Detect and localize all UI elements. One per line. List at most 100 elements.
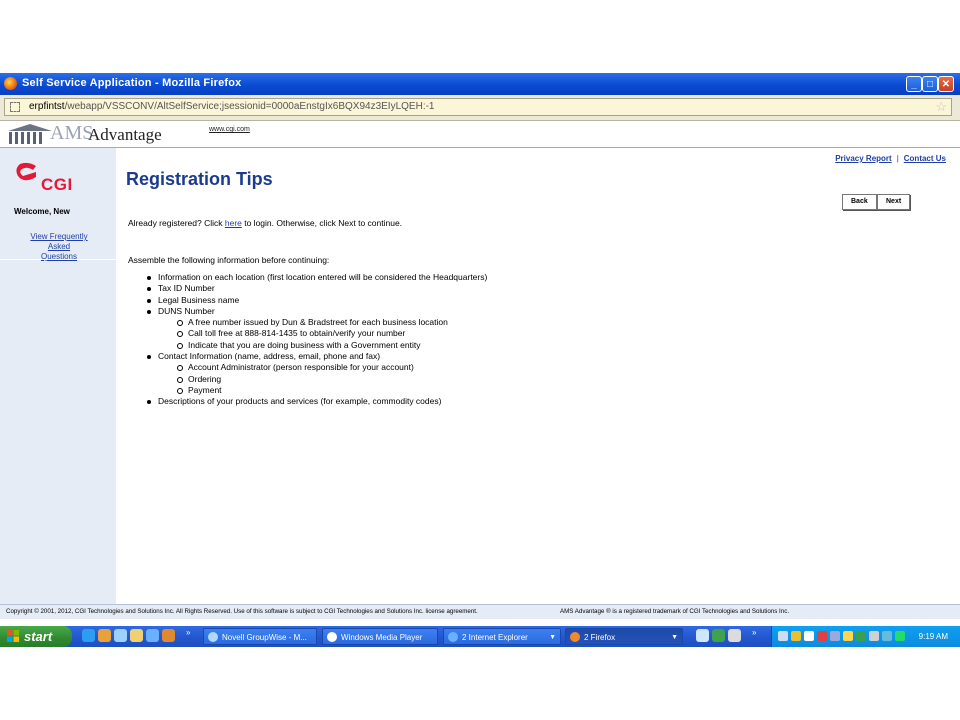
trademark-text: AMS Advantage ® is a registered trademar…: [560, 608, 790, 615]
quicklaunch-more-chevron[interactable]: »: [186, 628, 190, 637]
task-label: Novell GroupWise - M...: [222, 633, 307, 642]
url-field[interactable]: erpfintst/webapp/VSSCONV/AltSelfService;…: [4, 98, 952, 116]
maximize-button[interactable]: □: [922, 76, 938, 92]
main-content: Privacy Report | Contact Us Registration T…: [116, 148, 960, 605]
list-item: Information on each location (first loca…: [147, 272, 488, 283]
minimize-button[interactable]: _: [906, 76, 922, 92]
intro-text-after: to login. Otherwise, click Next to conti…: [241, 218, 403, 228]
list-item: DUNS Number A free number issued by Dun …: [147, 305, 487, 351]
bullet: [147, 355, 151, 360]
tray-icon[interactable]: [882, 631, 892, 641]
quicklaunch-icon[interactable]: [98, 629, 111, 642]
page-title: Registration Tips: [126, 169, 273, 189]
taskbar-item-firefox[interactable]: 2 Firefox ▼: [565, 628, 683, 645]
tray-icon[interactable]: [778, 631, 788, 641]
taskbar-tool-icon[interactable]: [728, 629, 741, 642]
page-icon: [10, 102, 20, 112]
list-item-text: Information on each location (first loca…: [158, 272, 488, 282]
tray-icon[interactable]: [817, 631, 827, 641]
cgi-website-link[interactable]: www.cgi.com: [209, 126, 250, 133]
taskbar-item-media-player[interactable]: Windows Media Player: [322, 628, 438, 645]
quicklaunch-icon[interactable]: [82, 629, 95, 642]
firefox-icon: [570, 632, 580, 642]
tray-icon[interactable]: [830, 631, 840, 641]
faq-link-line1: View Frequently: [30, 232, 88, 241]
bullet: [147, 276, 151, 280]
clock: 9:19 AM: [918, 632, 948, 641]
taskbar-item-internet-explorer[interactable]: 2 Internet Explorer ▼: [443, 628, 561, 645]
taskbar-tool-icon[interactable]: [696, 629, 709, 642]
sub-list-item-text: Call toll free at 888-814-1435 to obtain…: [188, 328, 406, 339]
tray-icon[interactable]: [804, 631, 814, 641]
taskbar-item-groupwise[interactable]: Novell GroupWise - M...: [203, 628, 317, 645]
internet-explorer-icon: [448, 632, 458, 642]
list-item-text: Tax ID Number: [158, 283, 215, 294]
list-item: Contact Information (name, address, emai…: [147, 351, 487, 396]
chevron-down-icon: ▼: [671, 634, 678, 641]
ams-banner: AMS Advantage www.cgi.com: [0, 121, 960, 148]
privacy-report-link[interactable]: Privacy Report: [835, 154, 891, 163]
cgi-logo: CGI: [16, 162, 86, 194]
tray-icon[interactable]: [895, 631, 905, 641]
sub-list-item-text: Account Administrator (person responsibl…: [188, 362, 414, 373]
toolbar-more-chevron[interactable]: »: [752, 628, 756, 637]
bullet: [177, 387, 183, 394]
tray-icon[interactable]: [856, 631, 866, 641]
sub-list-item-text: Payment: [188, 384, 222, 395]
duns-sublist: A free number issued by Dun & Bradstreet…: [158, 317, 487, 351]
taskbar-tool-icon[interactable]: [712, 629, 725, 642]
list-item-text: DUNS Number: [158, 305, 215, 316]
login-here-link[interactable]: here: [225, 218, 242, 228]
tray-icon[interactable]: [869, 631, 879, 641]
link-separator: |: [896, 154, 899, 163]
cgi-logo-text: CGI: [41, 175, 73, 194]
bullet: [177, 342, 183, 349]
list-item: Legal Business name: [147, 295, 487, 306]
bullet: [147, 298, 151, 303]
assemble-instructions: Assemble the following information befor…: [128, 255, 330, 265]
taskbar: start » Novell GroupWise - M... Windows …: [0, 626, 960, 647]
media-player-icon: [327, 632, 337, 642]
sub-list-item: Account Administrator (person responsibl…: [177, 362, 487, 373]
requirements-list: Information on each location (first loca…: [136, 272, 487, 408]
sub-list-item: Indicate that you are doing business wit…: [177, 340, 487, 351]
faq-link[interactable]: View Frequently Asked Questions: [29, 232, 89, 262]
windows-flag-icon: [7, 630, 19, 642]
list-item: Tax ID Number: [147, 283, 487, 294]
bullet: [147, 400, 151, 405]
close-button[interactable]: ✕: [938, 76, 954, 92]
sidebar: CGI Welcome, New View Frequently Asked Q…: [0, 148, 116, 605]
footer: Copyright © 2001, 2012, CGI Technologies…: [0, 604, 960, 619]
quicklaunch-icon[interactable]: [162, 629, 175, 642]
sub-list-item: Ordering: [177, 373, 487, 385]
title-bar[interactable]: Self Service Application - Mozilla Firef…: [0, 73, 960, 95]
task-label: Windows Media Player: [341, 633, 423, 642]
intro-text-before: Already registered? Click: [128, 218, 225, 228]
bullet: [147, 287, 151, 292]
contact-us-link[interactable]: Contact Us: [904, 154, 946, 163]
next-button[interactable]: Next: [877, 194, 911, 210]
start-button[interactable]: start: [0, 626, 72, 647]
bullet: [147, 309, 151, 314]
task-label: 2 Firefox: [584, 633, 616, 642]
firefox-icon: [4, 77, 17, 90]
header-links: Privacy Report | Contact Us: [835, 154, 946, 163]
sub-list-item-text: Ordering: [188, 373, 222, 384]
list-item-text: Contact Information (name, address, emai…: [158, 351, 381, 362]
sidebar-divider: [0, 259, 116, 260]
quicklaunch-icon[interactable]: [146, 629, 159, 642]
back-button[interactable]: Back: [842, 194, 877, 210]
cgi-swoosh-icon: [16, 162, 36, 181]
bullet: [177, 331, 183, 338]
bullet: [177, 376, 183, 383]
speaker-icon[interactable]: [791, 631, 801, 641]
contact-sublist: Account Administrator (person responsibl…: [158, 362, 487, 396]
quicklaunch-icon[interactable]: [130, 629, 143, 642]
quicklaunch-icon[interactable]: [114, 629, 127, 642]
intro-text: Already registered? Click here to login.…: [128, 218, 402, 228]
tray-icon[interactable]: [843, 631, 853, 641]
window-title: Self Service Application - Mozilla Firef…: [22, 77, 242, 89]
task-label: 2 Internet Explorer: [462, 633, 528, 642]
bullet: [177, 365, 183, 372]
bookmark-star-icon[interactable]: ☆: [935, 99, 947, 115]
